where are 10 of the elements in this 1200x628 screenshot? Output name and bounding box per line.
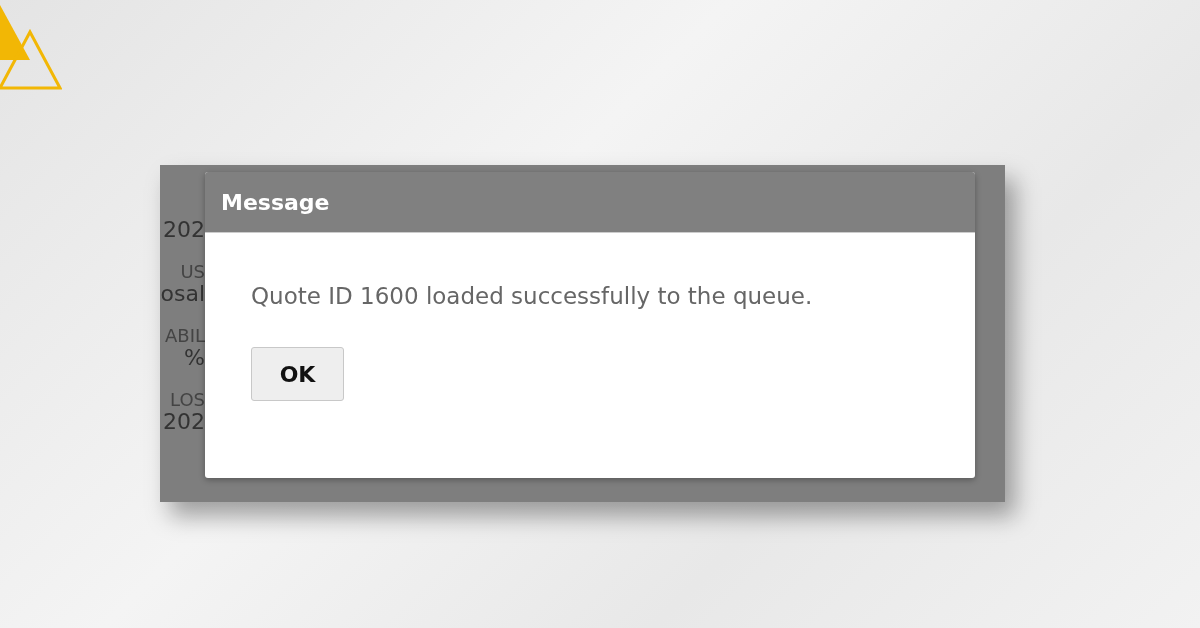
dialog-message: Quote ID 1600 loaded successfully to the queue. (251, 283, 814, 309)
dialog-title: Message (221, 189, 330, 215)
field-label: US (180, 263, 205, 281)
field-value: 202 (163, 411, 205, 433)
field-value: osal (160, 283, 205, 305)
field-label: ABIL (165, 327, 205, 345)
field-value: 202 (163, 219, 205, 241)
ok-button[interactable]: OK (251, 347, 344, 401)
field-value: % (184, 347, 205, 369)
field-label: LOS (170, 391, 205, 409)
